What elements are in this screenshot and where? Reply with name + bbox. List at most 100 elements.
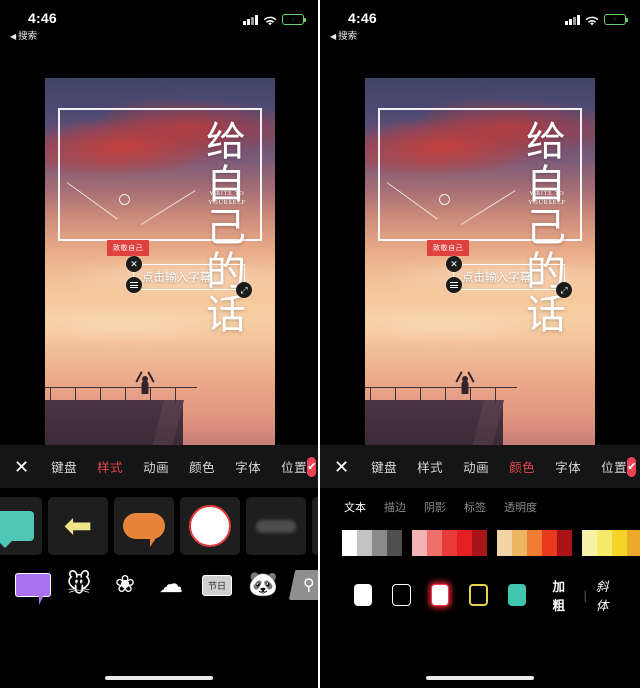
tab-color[interactable]: 颜色 (509, 457, 535, 476)
color-swatch[interactable] (582, 530, 597, 556)
speech-bubble-purple-icon (15, 573, 51, 605)
color-subtabs: 文本 描边 阴影 标签 透明度 (320, 488, 640, 524)
back-to-search-link[interactable]: ◀ 搜索 (10, 28, 37, 42)
color-swatch[interactable] (412, 530, 427, 556)
color-swatch[interactable] (372, 530, 387, 556)
text-style-red-glow[interactable] (430, 584, 450, 606)
text-edit-box[interactable]: 点击输入字幕 ✕ ⤢ (126, 256, 252, 298)
back-to-search-link[interactable]: ◀ 搜索 (330, 28, 357, 42)
decor-ring (439, 194, 450, 205)
cloud-sticker-icon: ☁ (159, 571, 183, 598)
subtab-text[interactable]: 文本 (344, 499, 366, 515)
color-swatch[interactable] (527, 530, 542, 556)
tab-style[interactable]: 样式 (97, 457, 123, 476)
text-menu-handle[interactable] (446, 277, 462, 293)
style-location-pin[interactable]: ⚲ (288, 562, 318, 608)
style-purple-bubble[interactable] (12, 562, 54, 608)
wifi-icon (263, 14, 277, 26)
color-swatch[interactable] (357, 530, 372, 556)
poster-subtitle-line1: WRITE TO (529, 191, 565, 197)
tab-keyboard[interactable]: 键盘 (51, 457, 77, 476)
decor-ring (119, 194, 130, 205)
color-swatch[interactable] (442, 530, 457, 556)
tab-animation[interactable]: 动画 (143, 457, 169, 476)
confirm-button[interactable]: ✔ (627, 456, 637, 477)
tab-position[interactable]: 位置 (601, 457, 627, 476)
text-delete-handle[interactable]: ✕ (446, 256, 462, 272)
tab-keyboard[interactable]: 键盘 (371, 457, 397, 476)
poster-badge: 致敬自己 (107, 240, 149, 256)
style-mouse-sticker[interactable]: 🐭 (58, 562, 100, 608)
text-delete-handle[interactable]: ✕ (126, 256, 142, 272)
style-teal-bubble[interactable] (0, 497, 42, 555)
text-style-white-outline[interactable] (392, 584, 411, 606)
color-swatch[interactable] (557, 530, 572, 556)
tab-style[interactable]: 样式 (417, 457, 443, 476)
mouse-sticker-icon: 🐭 (66, 571, 92, 598)
text-menu-handle[interactable] (126, 277, 142, 293)
text-style-teal-fill[interactable] (508, 584, 527, 606)
text-resize-handle[interactable]: ⤢ (556, 282, 572, 298)
italic-button[interactable]: 斜体 (596, 576, 618, 614)
editor-toolbar-left: ✕ 键盘 样式 动画 颜色 字体 位置 ✔ (0, 445, 318, 488)
style-panda-sticker[interactable]: 🐼 (242, 562, 284, 608)
text-placeholder: 点击输入字幕 (142, 272, 211, 284)
tab-color[interactable]: 颜色 (189, 457, 215, 476)
poster-title-char-0: 给 (206, 119, 246, 164)
style-orange-bubble[interactable] (114, 497, 174, 555)
color-swatch[interactable] (387, 530, 402, 556)
color-swatch[interactable] (612, 530, 627, 556)
close-editor-button[interactable]: ✕ (14, 458, 29, 476)
subtab-label[interactable]: 标签 (464, 499, 486, 515)
style-flower-sticker[interactable]: ❀ (104, 562, 146, 608)
text-resize-handle[interactable]: ⤢ (236, 282, 252, 298)
color-swatch[interactable] (627, 530, 640, 556)
back-arrow-icon: ◀ (330, 32, 337, 41)
palette-group-yellows (582, 530, 640, 556)
text-style-yellow-outline[interactable] (469, 584, 489, 606)
style-cloud-sticker[interactable]: ☁ (150, 562, 192, 608)
color-swatch[interactable] (597, 530, 612, 556)
text-style-white-fill[interactable] (354, 584, 373, 606)
rooftop-railing (365, 386, 517, 404)
poster-subtitle-line2: YOURSELF (528, 199, 566, 206)
confirm-button[interactable]: ✔ (307, 456, 317, 477)
subtab-shadow[interactable]: 阴影 (424, 499, 446, 515)
style-red-circle[interactable] (180, 497, 240, 555)
close-editor-button[interactable]: ✕ (334, 458, 349, 476)
circle-red-outline-icon (189, 505, 231, 547)
status-icons: ⚡ (243, 14, 306, 26)
color-swatch[interactable] (342, 530, 357, 556)
back-arrow-icon: ◀ (10, 32, 17, 41)
style-gray-bar[interactable] (246, 497, 306, 555)
color-swatch[interactable] (497, 530, 512, 556)
subtab-opacity[interactable]: 透明度 (504, 499, 537, 515)
editor-canvas-right[interactable]: 给 自 己 的 话 WRITE TO YOURSELF 致敬自己 点击输入字幕 … (320, 46, 640, 491)
color-swatch[interactable] (427, 530, 442, 556)
poster-badge: 致敬自己 (427, 240, 469, 256)
color-swatch[interactable] (472, 530, 487, 556)
style-yellow-arrow[interactable]: ⬅ (48, 497, 108, 555)
tab-font[interactable]: 字体 (555, 457, 581, 476)
poster-title-char-4: 话 (206, 291, 246, 337)
blurred-bar-icon (256, 519, 296, 533)
color-swatch[interactable] (457, 530, 472, 556)
style-holiday-badge[interactable]: 节日 (196, 562, 238, 608)
poster-preview[interactable]: 给 自 己 的 话 WRITE TO YOURSELF 致敬自己 点击输入字幕 … (365, 78, 595, 491)
subtab-stroke[interactable]: 描边 (384, 499, 406, 515)
text-edit-box[interactable]: 点击输入字幕 ✕ ⤢ (446, 256, 572, 298)
home-indicator (105, 676, 213, 680)
style-green-blob[interactable] (312, 497, 318, 555)
speech-bubble-teal-icon (0, 511, 34, 548)
location-pin-icon: ⚲ (288, 570, 318, 600)
color-swatch[interactable] (512, 530, 527, 556)
tab-position[interactable]: 位置 (281, 457, 307, 476)
color-swatch[interactable] (542, 530, 557, 556)
bold-button[interactable]: 加粗 (552, 576, 574, 614)
tab-font[interactable]: 字体 (235, 457, 261, 476)
poster-preview[interactable]: 给 自 己 的 话 WRITE TO YOURSELF 致敬自己 点击输入字幕 … (45, 78, 275, 491)
text-style-row: 加粗 | 斜体 (320, 560, 640, 614)
toolbar-tabs-left: 键盘 样式 动画 颜色 字体 位置 (51, 457, 307, 476)
editor-canvas-left[interactable]: 给 自 己 的 话 WRITE TO YOURSELF 致敬自己 点击输入字幕 … (0, 46, 318, 491)
tab-animation[interactable]: 动画 (463, 457, 489, 476)
